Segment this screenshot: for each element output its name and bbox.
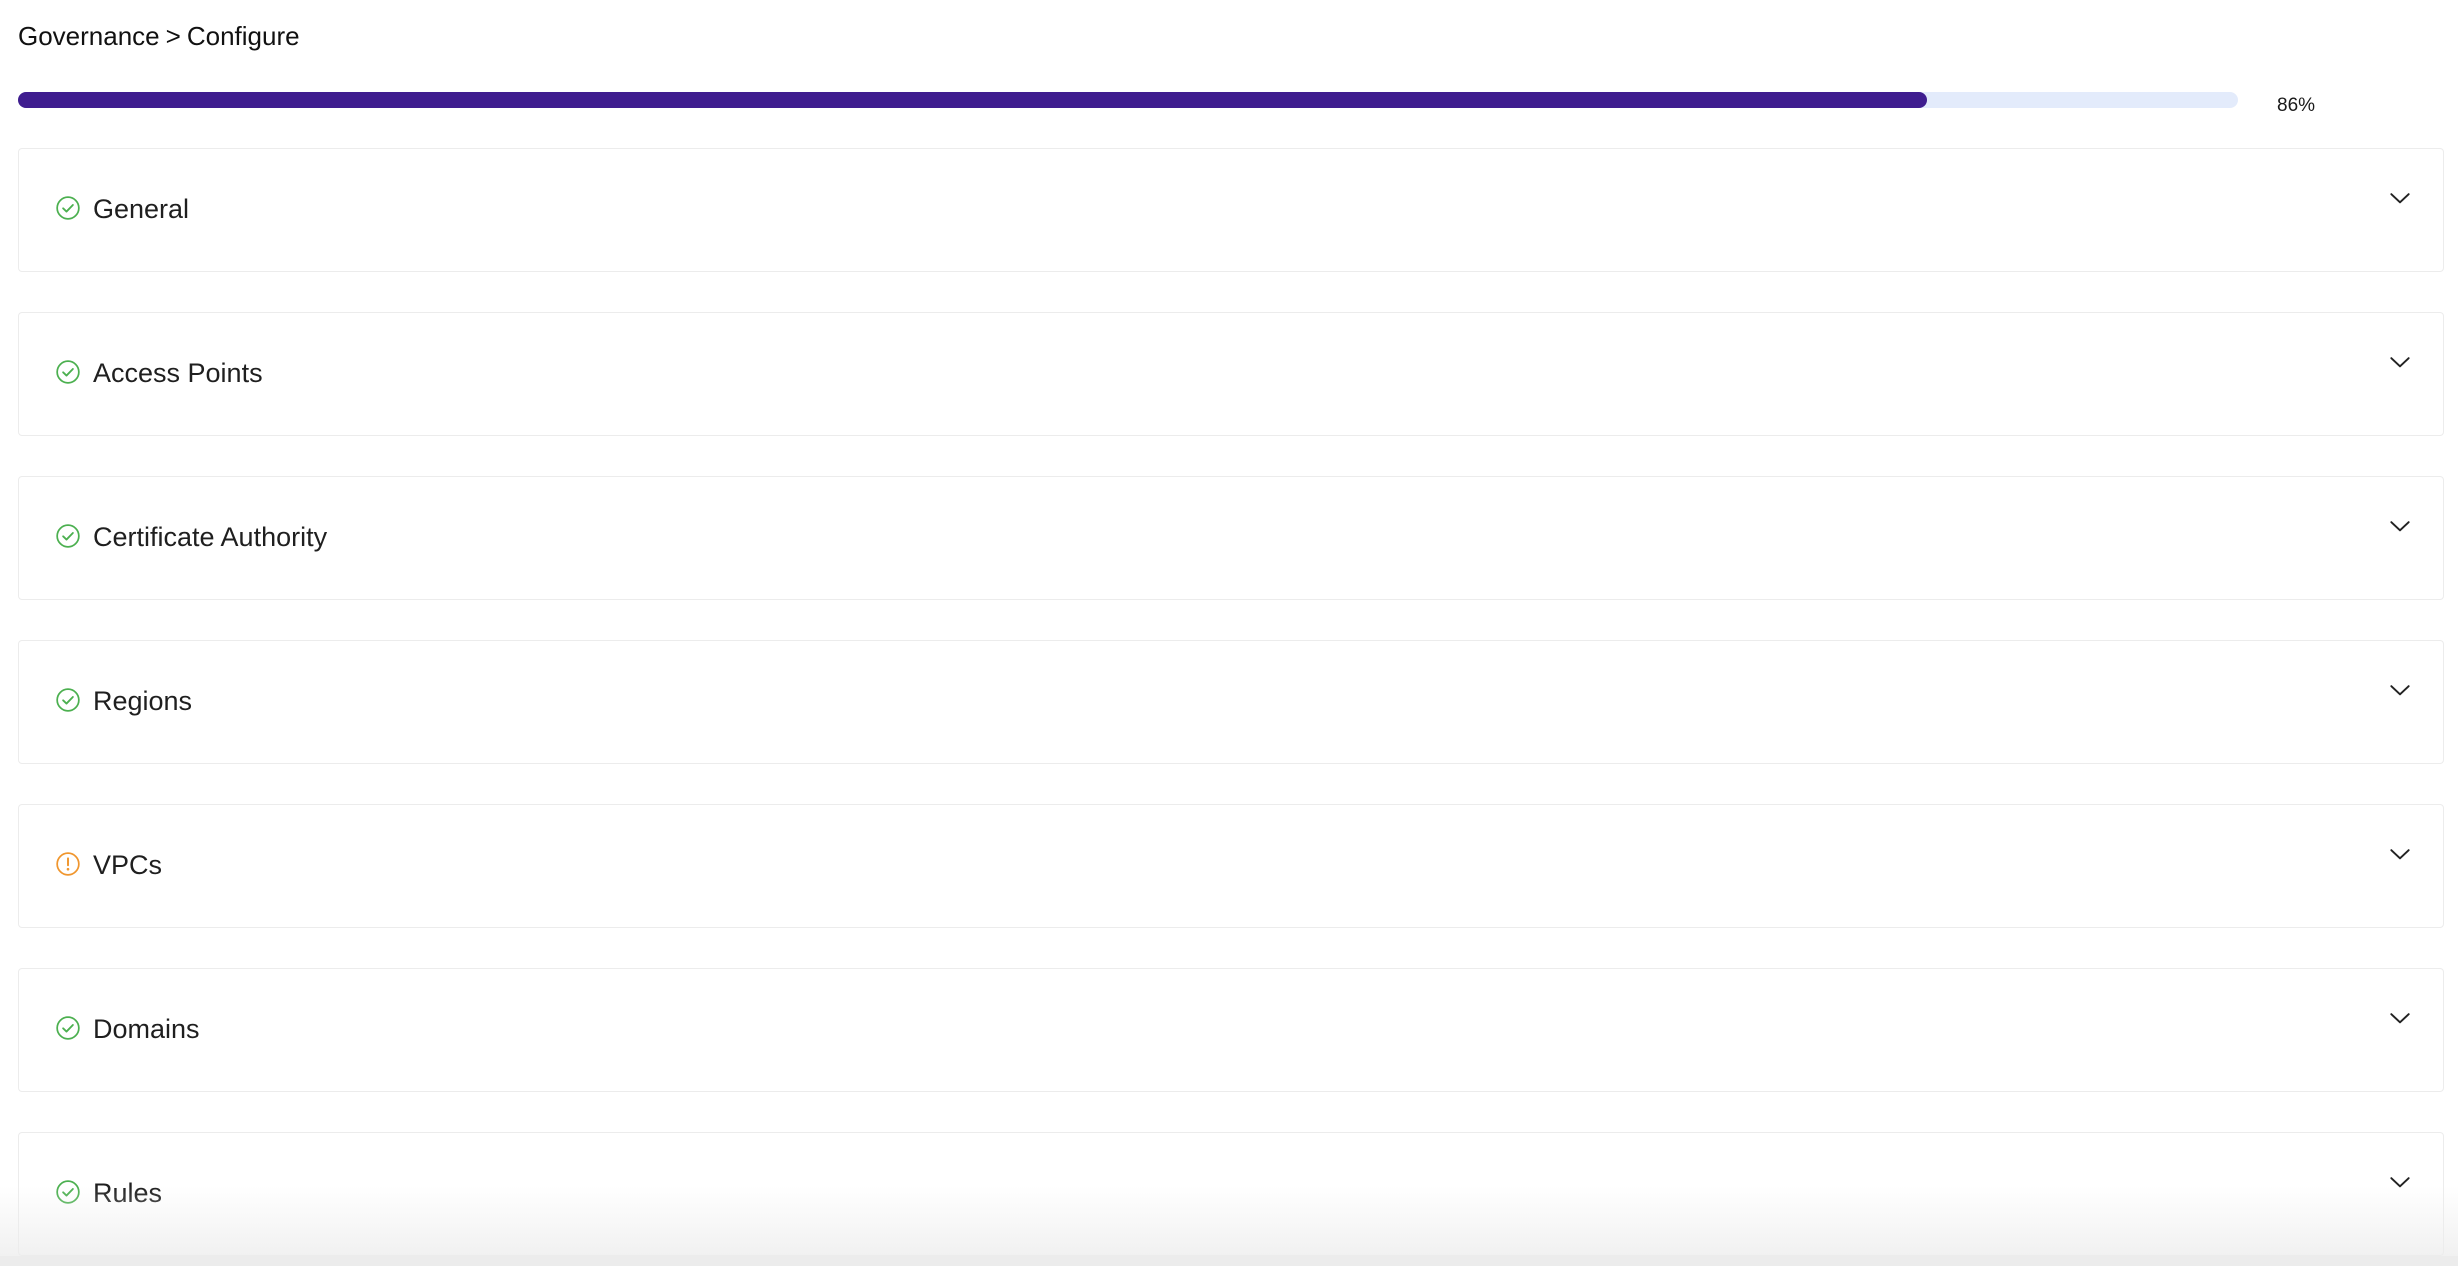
section-general[interactable]: General <box>18 148 2444 272</box>
chevron-down-icon[interactable] <box>2387 1169 2413 1195</box>
section-title: VPCs <box>93 850 163 880</box>
section-domains[interactable]: Domains <box>18 968 2444 1092</box>
check-circle-icon <box>55 195 81 221</box>
section-rules[interactable]: Rules <box>18 1132 2444 1256</box>
section-title: Rules <box>93 1178 163 1208</box>
check-circle-icon <box>55 359 81 385</box>
exclamation-circle-icon <box>55 851 81 877</box>
progress-bar <box>18 92 2238 108</box>
chevron-down-icon[interactable] <box>2387 677 2413 703</box>
check-circle-icon <box>55 523 81 549</box>
configuration-sections: General Access Points Certificate Author… <box>18 148 2444 1266</box>
breadcrumb-configure: Configure <box>186 21 300 51</box>
section-certificate-authority[interactable]: Certificate Authority <box>18 476 2444 600</box>
section-regions[interactable]: Regions <box>18 640 2444 764</box>
chevron-down-icon[interactable] <box>2387 1005 2413 1031</box>
breadcrumb-separator: > <box>165 21 181 51</box>
section-title: Domains <box>93 1014 200 1044</box>
configure-page: Governance > Configure 86% General Access … <box>0 0 2458 1266</box>
section-title: Regions <box>93 686 193 716</box>
section-access-points[interactable]: Access Points <box>18 312 2444 436</box>
section-title: Access Points <box>93 358 263 388</box>
chevron-down-icon[interactable] <box>2387 841 2413 867</box>
section-vpcs[interactable]: VPCs <box>18 804 2444 928</box>
progress-fill <box>18 92 1928 108</box>
check-circle-icon <box>55 687 81 713</box>
breadcrumb: Governance > Configure <box>18 20 300 52</box>
chevron-down-icon[interactable] <box>2387 349 2413 375</box>
breadcrumb-governance[interactable]: Governance <box>18 21 160 51</box>
chevron-down-icon[interactable] <box>2387 185 2413 211</box>
section-title: Certificate Authority <box>93 522 328 552</box>
progress-percent: 86% <box>2277 95 2316 116</box>
check-circle-icon <box>55 1179 81 1205</box>
chevron-down-icon[interactable] <box>2387 513 2413 539</box>
check-circle-icon <box>55 1015 81 1041</box>
section-title: General <box>93 194 190 224</box>
